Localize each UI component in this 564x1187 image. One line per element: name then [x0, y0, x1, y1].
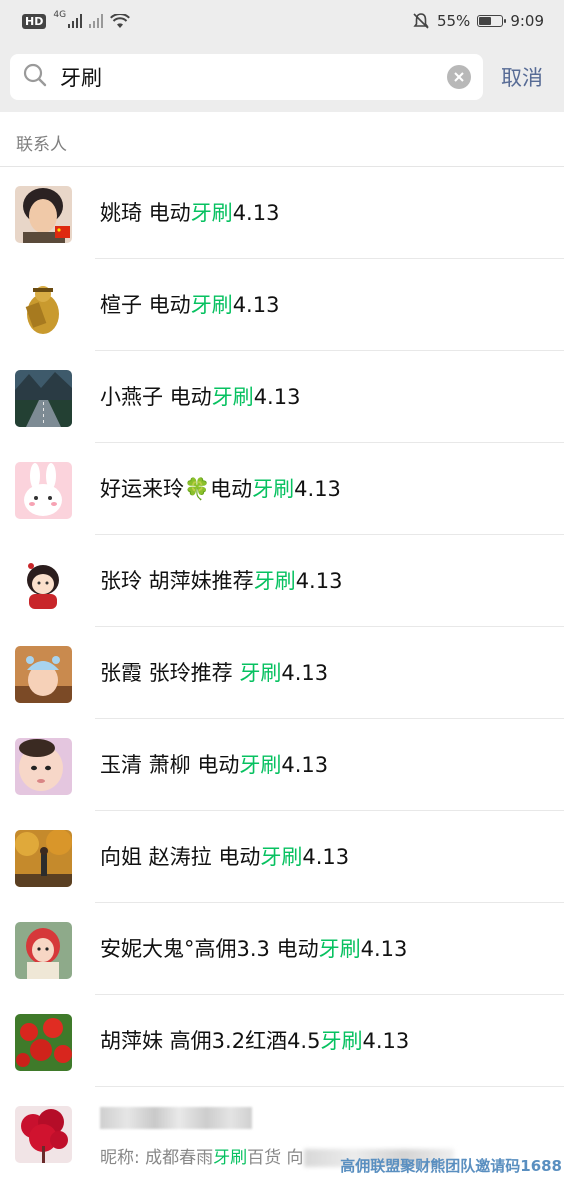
clock: 9:09 [510, 12, 544, 30]
contact-name: 胡萍妹 高佣3.2红酒4.5牙刷4.13 [100, 1025, 409, 1055]
search-input[interactable] [60, 65, 447, 89]
contact-name: 小燕子 电动牙刷4.13 [100, 381, 300, 411]
list-item[interactable]: 向姐 赵涛拉 电动牙刷4.13 [0, 811, 564, 903]
avatar [15, 738, 72, 795]
list-item[interactable]: 胡萍妹 高佣3.2红酒4.5牙刷4.13 [0, 995, 564, 1087]
clear-icon[interactable] [447, 65, 471, 89]
cancel-button[interactable]: 取消 [501, 62, 543, 92]
avatar [15, 462, 72, 519]
avatar [15, 922, 72, 979]
signal-icon [68, 14, 82, 28]
bell-muted-icon [412, 12, 430, 30]
status-bar: HD 4G 55% 9:09 [0, 0, 564, 42]
contact-name: 楦子 电动牙刷4.13 [100, 289, 279, 319]
battery-icon [477, 15, 503, 27]
list-item[interactable]: 小燕子 电动牙刷4.13 [0, 351, 564, 443]
watermark: 高佣联盟聚财熊团队邀请码1688 [340, 1155, 562, 1176]
section-label-contacts: 联系人 [16, 130, 67, 155]
contact-list: 姚琦 电动牙刷4.13 楦子 电动牙刷4.13 小燕子 电动牙刷4.13 好运来… [0, 167, 564, 1187]
hd-indicator: HD [22, 14, 46, 29]
list-item[interactable]: 楦子 电动牙刷4.13 [0, 259, 564, 351]
list-item[interactable]: 张玲 胡萍妹推荐牙刷4.13 [0, 535, 564, 627]
avatar [15, 554, 72, 611]
avatar [15, 186, 72, 243]
contact-name: 向姐 赵涛拉 电动牙刷4.13 [100, 841, 349, 871]
contact-name: 好运来玲🍀电动牙刷4.13 [100, 473, 341, 503]
list-item[interactable]: 姚琦 电动牙刷4.13 [0, 167, 564, 259]
blurred-contact-name [100, 1107, 252, 1129]
battery-percent: 55% [437, 12, 470, 30]
search-box[interactable] [10, 54, 483, 100]
wifi-icon [110, 14, 130, 29]
contact-name: 安妮大鬼°高佣3.3 电动牙刷4.13 [100, 933, 407, 963]
contact-name: 张玲 胡萍妹推荐牙刷4.13 [100, 565, 342, 595]
battery-fill [479, 17, 491, 25]
contact-name: 姚琦 电动牙刷4.13 [100, 197, 279, 227]
list-item[interactable]: 玉清 萧柳 电动牙刷4.13 [0, 719, 564, 811]
network-type: 4G [53, 10, 66, 20]
avatar [15, 1014, 72, 1071]
contact-name: 张霞 张玲推荐 牙刷4.13 [100, 657, 328, 687]
avatar [15, 830, 72, 887]
avatar [15, 278, 72, 335]
list-item[interactable]: 好运来玲🍀电动牙刷4.13 [0, 443, 564, 535]
avatar [15, 646, 72, 703]
contact-name: 玉清 萧柳 电动牙刷4.13 [100, 749, 328, 779]
avatar [15, 1106, 72, 1163]
list-item[interactable]: 安妮大鬼°高佣3.3 电动牙刷4.13 [0, 903, 564, 995]
avatar [15, 370, 72, 427]
signal-empty-icon [89, 14, 103, 28]
search-header: 取消 [0, 42, 564, 112]
search-icon [22, 62, 60, 92]
list-item[interactable]: 张霞 张玲推荐 牙刷4.13 [0, 627, 564, 719]
